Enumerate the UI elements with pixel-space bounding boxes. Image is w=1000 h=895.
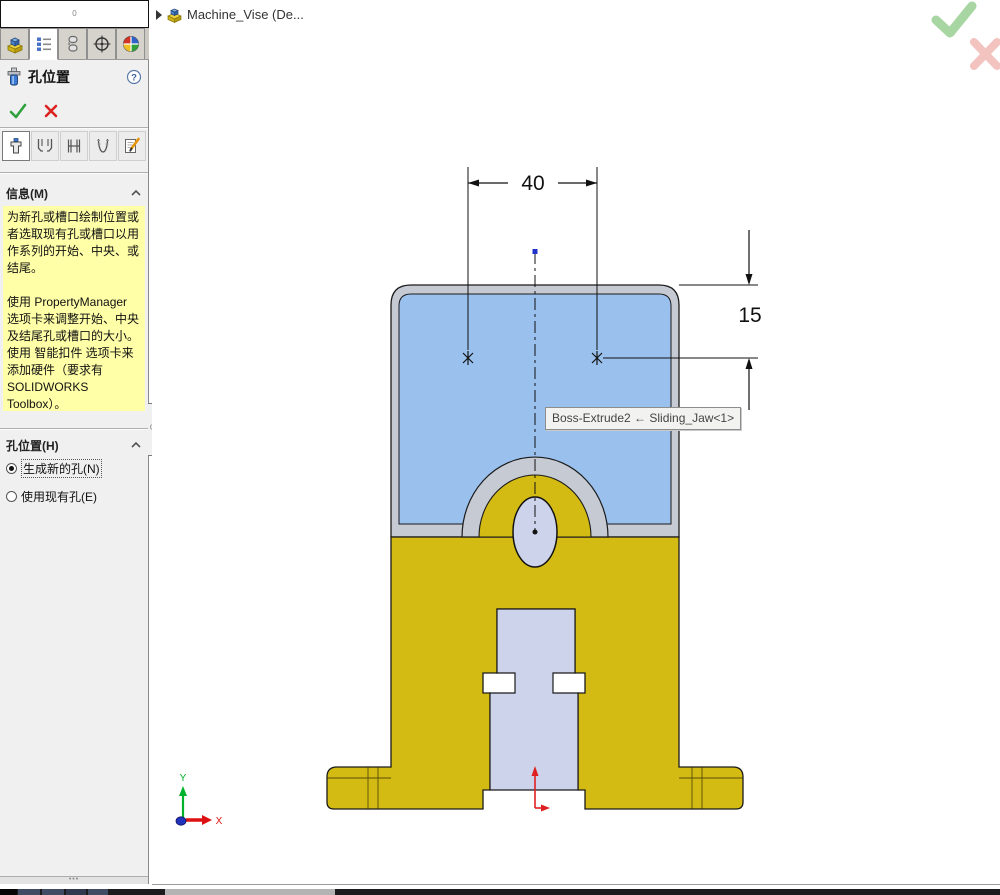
tab-part-document[interactable] xyxy=(0,28,29,59)
sketch-endpoint[interactable] xyxy=(533,249,538,254)
property-manager-panel: 0 xyxy=(0,0,149,884)
hover-tooltip: Boss-Extrude2 ← Sliding_Jaw<1> xyxy=(545,407,741,430)
display-manager-icon xyxy=(121,34,141,54)
t-slot-face[interactable] xyxy=(490,609,578,790)
confirm-ok-corner-icon[interactable] xyxy=(936,6,972,33)
x-axis-arrowhead xyxy=(202,815,212,825)
divider xyxy=(0,428,148,430)
radio-button-icon[interactable] xyxy=(6,463,17,474)
x-axis-label: X xyxy=(216,816,223,827)
tree-item-label: Machine_Vise (De... xyxy=(187,7,304,22)
confirm-cancel-corner-icon[interactable] xyxy=(974,42,997,66)
assembly-icon xyxy=(166,6,183,23)
viewport-bottom-edge xyxy=(152,884,1000,885)
flyout-feature-tree[interactable]: Machine_Vise (De... xyxy=(156,6,304,23)
reference-triad: Y X xyxy=(176,773,223,827)
property-manager-icon xyxy=(34,34,54,54)
hole-series-tab-row xyxy=(2,131,148,163)
collapsed-toolbar: 0 xyxy=(0,0,149,28)
toolbar-label: 0 xyxy=(72,9,76,18)
taskbar-segment xyxy=(0,889,17,895)
taskbar-segment xyxy=(18,889,40,895)
model-canvas[interactable]: 40 15 Y X xyxy=(152,0,1000,884)
dim-15-arrow-bottom xyxy=(746,358,753,369)
divider xyxy=(0,172,148,174)
tab-dimxpert-manager[interactable] xyxy=(87,28,116,59)
first-hole-button[interactable] xyxy=(2,131,30,161)
dim-40-arrow-left xyxy=(468,180,479,187)
svg-text:?: ? xyxy=(131,73,137,84)
z-axis-dot-icon xyxy=(176,817,186,825)
taskbar-strip xyxy=(0,889,1000,895)
info-message-box: 为新孔或槽口绘制位置或者选取现有孔或槽口以用作系列的开始、中央、或结尾。 使用 … xyxy=(3,206,145,411)
message-paragraph-1: 为新孔或槽口绘制位置或者选取现有孔或槽口以用作系列的开始、中央、或结尾。 xyxy=(7,209,141,277)
info-section-header[interactable]: 信息(M) xyxy=(0,182,148,204)
radio-label: 使用现有孔(E) xyxy=(21,488,97,505)
ok-button[interactable] xyxy=(8,101,28,121)
first-hole-icon xyxy=(6,136,26,156)
smart-fastener-icon xyxy=(122,136,142,156)
thread-hole-button[interactable] xyxy=(89,131,117,161)
hole-position-section-header[interactable]: 孔位置(H) xyxy=(0,434,148,456)
hole-position-section-label: 孔位置(H) xyxy=(6,437,130,454)
message-paragraph-2: 使用 PropertyManager 选项卡来调整开始、中央及结尾孔或槽口的大小… xyxy=(7,294,141,413)
tab-display-manager[interactable] xyxy=(116,28,145,59)
collapse-chevron-icon xyxy=(130,189,142,197)
collapse-chevron-icon xyxy=(130,441,142,449)
y-axis-label: Y xyxy=(180,773,187,784)
middle-hole-button[interactable] xyxy=(31,131,59,161)
thread-hole-icon xyxy=(93,136,113,156)
cancel-button[interactable] xyxy=(42,102,60,120)
property-manager-header: 孔位置 ? xyxy=(0,62,148,92)
confirm-row xyxy=(0,96,148,126)
expand-arrow-icon[interactable] xyxy=(156,10,162,20)
configuration-manager-icon xyxy=(63,34,83,54)
divider xyxy=(0,127,148,129)
centerline-endpoint[interactable] xyxy=(533,530,538,535)
taskbar-segment xyxy=(165,889,335,895)
hole-wizard-icon xyxy=(6,67,22,87)
panel-scrollbar[interactable]: ••• xyxy=(0,876,148,884)
radio-use-existing-hole[interactable]: 使用现有孔(E) xyxy=(6,487,146,505)
page-title: 孔位置 xyxy=(28,67,120,87)
dim-40-arrow-right xyxy=(586,180,597,187)
middle-hole-icon xyxy=(35,136,55,156)
last-hole-icon xyxy=(64,136,84,156)
dim-40-value[interactable]: 40 xyxy=(521,172,544,195)
radio-button-icon[interactable] xyxy=(6,491,17,502)
graphics-area[interactable]: Machine_Vise (De... 40 xyxy=(152,0,1000,884)
tab-property-manager[interactable] xyxy=(29,28,58,60)
y-axis-arrowhead xyxy=(179,786,187,796)
tooltip-text: Boss-Extrude2 ← Sliding_Jaw<1> xyxy=(552,411,734,425)
dimxpert-manager-icon xyxy=(92,34,112,54)
tab-configuration-manager[interactable] xyxy=(58,28,87,59)
smart-fastener-button[interactable] xyxy=(118,131,146,161)
taskbar-segment xyxy=(66,889,86,895)
part-document-icon xyxy=(5,34,25,54)
manager-tab-bar xyxy=(0,28,149,60)
help-icon[interactable]: ? xyxy=(126,69,142,85)
dim-15-arrow-top xyxy=(746,274,753,285)
taskbar-segment xyxy=(88,889,108,895)
taskbar-segment xyxy=(42,889,64,895)
last-hole-button[interactable] xyxy=(60,131,88,161)
dim-15-value[interactable]: 15 xyxy=(738,304,761,327)
radio-create-new-hole[interactable]: 生成新的孔(N) xyxy=(6,459,146,477)
radio-label: 生成新的孔(N) xyxy=(21,459,102,478)
info-section-label: 信息(M) xyxy=(6,185,130,202)
